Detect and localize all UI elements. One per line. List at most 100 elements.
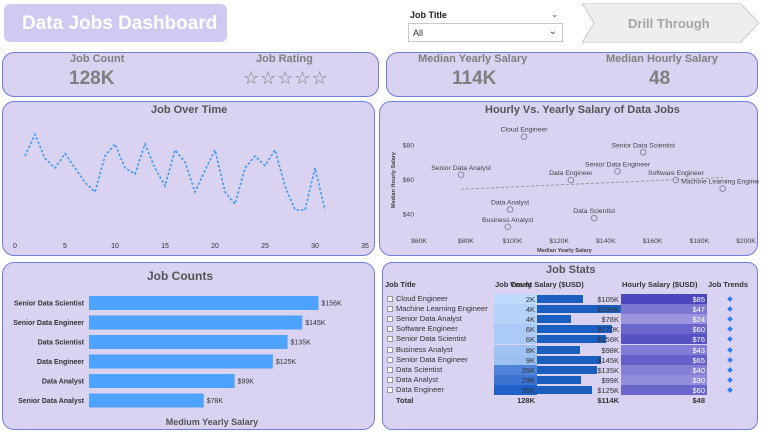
job-over-time-series-line — [24, 132, 326, 211]
drill-through-button[interactable]: Drill Through — [581, 2, 760, 44]
x-tick-label: $60K — [411, 238, 427, 245]
table-cell-hourly-salary: $43 — [692, 345, 705, 355]
x-tick-label: $120K — [549, 238, 569, 245]
table-cell-yearly-salary: $125K — [597, 385, 619, 395]
job-counts-chart: Senior Data Scientist $156K Senior Data En… — [13, 296, 342, 427]
job-title-dropdown[interactable]: All ⌄ — [408, 23, 563, 42]
table-total-hourly-salary: $48 — [692, 396, 705, 405]
bar-category-label: Data Scientist — [38, 340, 85, 347]
row-checkbox[interactable] — [387, 386, 393, 393]
bar-x-axis-title: Medium Yearly Salary — [166, 417, 258, 427]
job-over-time-chart: 0 5 10 15 20 25 30 35 — [13, 132, 369, 250]
table-cell-job-count: 6K — [525, 325, 535, 335]
table-cell-hourly-salary: $65 — [692, 355, 705, 365]
table-cell-hourly-salary: $30 — [692, 375, 705, 385]
bar[interactable] — [89, 335, 288, 349]
row-checkbox[interactable] — [387, 306, 393, 313]
scatter-point[interactable] — [567, 176, 575, 184]
bar[interactable] — [89, 374, 235, 388]
column-header-yearly-salary[interactable]: Yearly Salary ($USD) — [510, 280, 584, 289]
row-checkbox[interactable] — [387, 296, 393, 302]
row-checkbox[interactable] — [387, 316, 393, 323]
drill-through-label: Drill Through — [628, 16, 710, 31]
bar[interactable] — [89, 393, 204, 408]
x-tick-label: $160K — [643, 238, 663, 245]
column-header-job-title[interactable]: Job Title — [385, 280, 416, 289]
salary-scatter-chart: Cloud Engineer Senior Data Scientist Senio… — [391, 127, 759, 254]
table-cell-hourly-salary: $60 — [692, 385, 705, 395]
scatter-point-label: Data Engineer — [549, 170, 593, 177]
bar[interactable] — [89, 354, 273, 369]
median-yearly-salary-value: 114K — [452, 68, 497, 89]
column-header-job-trends[interactable]: Job Trends — [708, 280, 748, 289]
table-cell-yearly-salary: $135K — [597, 365, 619, 375]
table-cell-job-count: 6K — [525, 335, 535, 345]
chevron-down-icon[interactable]: ⌄ — [549, 26, 557, 37]
scatter-point-label: Data Scientist — [573, 208, 615, 215]
job-trend-diamond-icon — [727, 306, 733, 312]
job-trend-diamond-icon — [727, 336, 733, 343]
table-cell-job-count: 4K — [525, 305, 535, 315]
row-checkbox[interactable] — [387, 336, 393, 343]
scatter-point[interactable] — [719, 185, 726, 192]
kpi-panel-right: Median Yearly Salary 114K Median Hourly … — [386, 52, 758, 97]
table-cell-yearly-salary: $145K — [597, 355, 619, 365]
scatter-point[interactable] — [457, 171, 465, 179]
job-title-slicer-label: Job Title — [410, 10, 447, 20]
table-cell-job-title: Machine Learning Engineer — [396, 304, 488, 314]
scatter-point-label: Business Analyst — [482, 217, 533, 224]
table-cell-hourly-salary: $40 — [692, 365, 705, 375]
row-checkbox[interactable] — [387, 346, 393, 353]
table-cell-job-count: 29K — [521, 375, 535, 385]
row-checkbox[interactable] — [387, 376, 393, 383]
x-tick-label: $180K — [689, 238, 709, 245]
row-checkbox[interactable] — [387, 356, 393, 363]
scatter-point[interactable] — [590, 214, 598, 222]
x-tick-label: 0 — [13, 243, 17, 250]
x-tick-label: 25 — [261, 243, 269, 250]
scatter-point[interactable] — [614, 168, 621, 175]
dashboard-title: Data Jobs Dashboard — [22, 13, 218, 34]
bar-value-label: $145K — [305, 320, 326, 327]
x-tick-label: $100K — [503, 238, 523, 245]
x-tick-label: 20 — [211, 243, 219, 250]
table-cell-hourly-salary: $24 — [692, 315, 705, 325]
x-tick-label: $140K — [596, 238, 616, 245]
table-cell-yearly-salary: $78K — [601, 315, 619, 325]
table-cell-job-count: 4K — [525, 315, 535, 325]
scatter-point[interactable] — [520, 133, 528, 140]
column-header-hourly-salary[interactable]: Hourly Salary ($USD) — [622, 280, 697, 289]
y-axis-title: Median Hourly Salary — [391, 151, 397, 208]
chevron-down-icon[interactable]: ⌄ — [551, 9, 559, 20]
scatter-point[interactable] — [506, 206, 514, 213]
job-trend-diamond-icon — [727, 346, 733, 353]
bar[interactable] — [89, 315, 303, 330]
scatter-point[interactable] — [639, 148, 647, 156]
table-cell-job-title: Senior Data Scientist — [396, 334, 467, 344]
dashboard: Data Jobs Dashboard Job Title ⌄ All ⌄ Dr… — [0, 0, 762, 432]
job-trend-diamond-icon — [727, 296, 733, 302]
job-counts-panel: Job Counts Senior Data Scientist $156K Sen… — [2, 262, 375, 430]
table-cell-hourly-salary: $85 — [692, 295, 705, 304]
job-count-value: 128K — [69, 68, 115, 89]
y-tick-label: $80 — [403, 142, 415, 149]
y-tick-label: $40 — [403, 212, 415, 219]
x-tick-label: $80K — [458, 238, 474, 245]
table-total-yearly-salary: $114K — [597, 396, 619, 405]
table-cell-job-title: Data Engineer — [396, 384, 444, 394]
bar-category-label: Senior Data Engineer — [13, 320, 84, 327]
bar[interactable] — [89, 296, 319, 310]
bar-category-label: Data Engineer — [37, 359, 84, 366]
x-axis-title: Median Yearly Salary — [537, 248, 593, 254]
row-checkbox[interactable] — [387, 326, 393, 333]
table-total-label: Total — [396, 396, 414, 405]
scatter-point-label: Cloud Engineer — [501, 127, 549, 134]
row-checkbox[interactable] — [387, 366, 393, 373]
job-over-time-panel: Job Over Time 0 5 10 15 20 25 30 35 — [2, 101, 375, 256]
table-cell-job-title: Data Analyst — [396, 374, 439, 384]
scatter-point-label: Machine Learning Engineer — [681, 179, 759, 186]
scatter-point[interactable] — [504, 223, 512, 231]
table-cell-yearly-salary: $99K — [601, 375, 619, 385]
x-tick-label: 10 — [111, 243, 119, 250]
table-cell-hourly-salary: $47 — [692, 305, 705, 315]
